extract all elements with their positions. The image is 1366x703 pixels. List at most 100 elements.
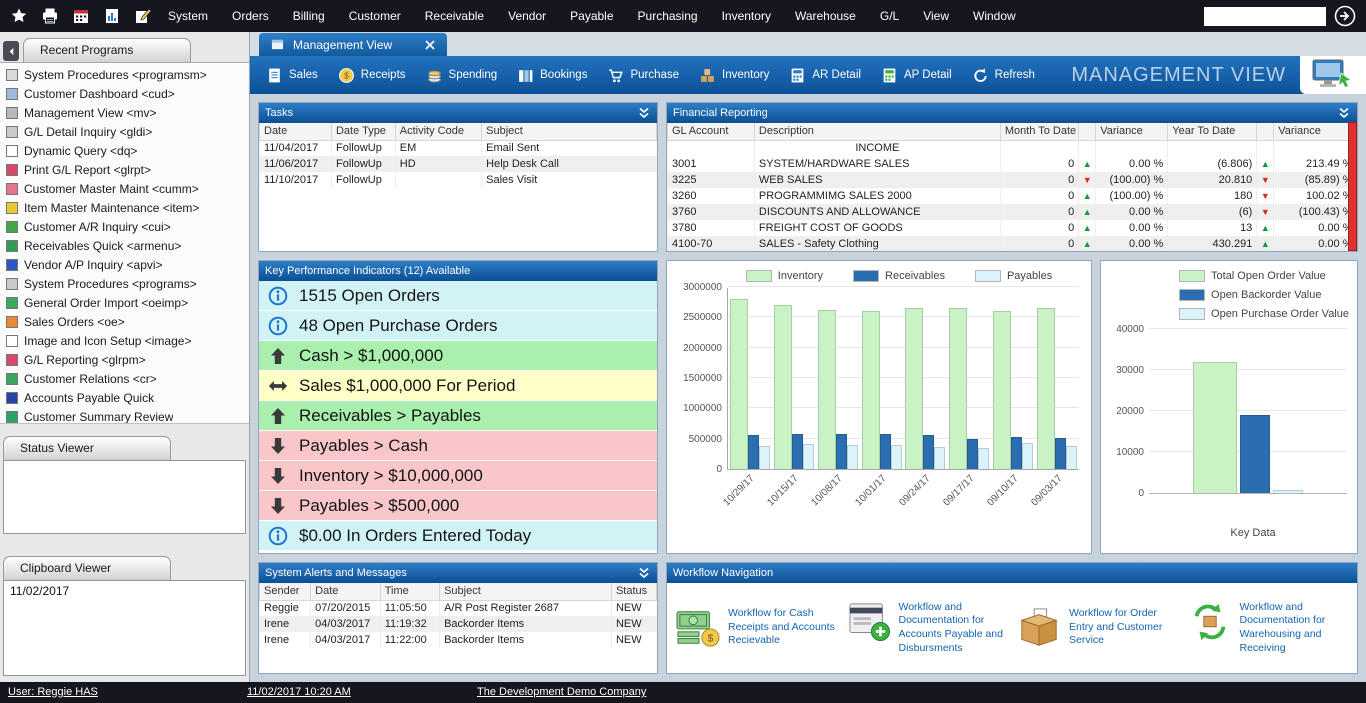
column-header[interactable]: Status	[611, 583, 656, 600]
sidebar-item-customer-dashboard[interactable]: Customer Dashboard <cud>	[2, 84, 249, 103]
favorites-star-icon[interactable]	[10, 7, 28, 25]
sidebar-item-customer-relations[interactable]: Customer Relations <cr>	[2, 369, 249, 388]
collapse-chevrons-icon[interactable]	[1337, 107, 1351, 119]
toolbar-ar-detail-button[interactable]: AR Detail	[779, 56, 871, 94]
sidebar-collapse-button[interactable]	[3, 41, 19, 61]
print-icon[interactable]	[41, 7, 59, 25]
sidebar-item-customer-summary-review[interactable]: Customer Summary Review	[2, 407, 249, 424]
menu-item-g-l[interactable]: G/L	[880, 9, 899, 23]
toolbar-ap-detail-button[interactable]: AP Detail	[871, 56, 962, 94]
column-header[interactable]: Month To Date	[1000, 123, 1078, 140]
compose-icon[interactable]	[134, 7, 152, 25]
menu-item-vendor[interactable]: Vendor	[508, 9, 546, 23]
workflow-item-truck[interactable]: Workflow and Documentation for Warehousi…	[1187, 601, 1350, 656]
statusbar-datetime-link[interactable]: 11/02/2017 10:20 AM	[247, 686, 351, 698]
toolbar-purchase-button[interactable]: Purchase	[597, 56, 689, 94]
menu-item-customer[interactable]: Customer	[349, 9, 401, 23]
column-header[interactable]: Variance	[1274, 123, 1357, 140]
tab-clipboard-viewer[interactable]: Clipboard Viewer	[3, 556, 171, 580]
financial-row[interactable]: 4100-70SALES - Safety Clothing0▲0.00 %43…	[668, 236, 1357, 251]
sidebar-item-customer-a-r-inquiry[interactable]: Customer A/R Inquiry <cui>	[2, 217, 249, 236]
financial-row[interactable]: 3001SYSTEM/HARDWARE SALES0▲0.00 %(6.806)…	[668, 156, 1357, 172]
go-arrow-button[interactable]	[1334, 5, 1356, 27]
kpi-item-sales-1-000-000-for-period[interactable]: Sales $1,000,000 For Period	[259, 371, 657, 401]
menu-item-system[interactable]: System	[168, 9, 208, 23]
menu-item-window[interactable]: Window	[973, 9, 1016, 23]
sidebar-item-print-g-l-report[interactable]: Print G/L Report <glrpt>	[2, 160, 249, 179]
tab-close-icon[interactable]	[425, 40, 435, 50]
toolbar-inventory-button[interactable]: Inventory	[689, 56, 779, 94]
menu-item-orders[interactable]: Orders	[232, 9, 269, 23]
menu-item-payable[interactable]: Payable	[570, 9, 613, 23]
workflow-item-cash[interactable]: $Workflow for Cash Receipts and Accounts…	[675, 607, 838, 649]
alert-row[interactable]: Reggie07/20/201511:05:50A/R Post Registe…	[260, 600, 657, 616]
column-header[interactable]: Sender	[260, 583, 311, 600]
sidebar-item-g-l-detail-inquiry[interactable]: G/L Detail Inquiry <gldi>	[2, 122, 249, 141]
column-header[interactable]: GL Account	[668, 123, 755, 140]
column-header[interactable]: Time	[380, 583, 439, 600]
financial-row[interactable]: 3260PROGRAMMIMG SALES 20000▲(100.00) %18…	[668, 188, 1357, 204]
search-input[interactable]	[1204, 7, 1326, 26]
sidebar-item-dynamic-query[interactable]: Dynamic Query <dq>	[2, 141, 249, 160]
report-icon[interactable]	[103, 7, 121, 25]
statusbar-user-link[interactable]: User: Reggie HAS	[8, 686, 98, 698]
task-row[interactable]: 11/04/2017FollowUpEMEmail Sent	[260, 140, 657, 156]
column-header[interactable]: Date	[311, 583, 381, 600]
menu-item-receivable[interactable]: Receivable	[425, 9, 484, 23]
kpi-item-inventory-10-000-000[interactable]: Inventory > $10,000,000	[259, 461, 657, 491]
financial-group-row[interactable]: INCOME	[668, 140, 1357, 156]
column-header[interactable]	[1257, 123, 1274, 140]
clipboard-entry[interactable]: 11/02/2017	[10, 584, 239, 598]
column-header[interactable]: Description	[754, 123, 1000, 140]
menu-item-warehouse[interactable]: Warehouse	[795, 9, 856, 23]
kpi-item-receivables-payables[interactable]: Receivables > Payables	[259, 401, 657, 431]
sidebar-item-g-l-reporting[interactable]: G/L Reporting <glrpm>	[2, 350, 249, 369]
workflow-item-card[interactable]: Workflow and Documentation for Accounts …	[846, 601, 1009, 656]
toolbar-bookings-button[interactable]: Bookings	[507, 56, 597, 94]
toolbar-spending-button[interactable]: Spending	[416, 56, 508, 94]
sidebar-item-general-order-import[interactable]: General Order Import <oeimp>	[2, 293, 249, 312]
menu-item-billing[interactable]: Billing	[293, 9, 325, 23]
column-header[interactable]	[1079, 123, 1096, 140]
sidebar-item-accounts-payable-quick[interactable]: Accounts Payable Quick	[2, 388, 249, 407]
sidebar-item-system-procedures[interactable]: System Procedures <programsm>	[2, 65, 249, 84]
workflow-item-box[interactable]: Workflow for Order Entry and Customer Se…	[1016, 607, 1179, 649]
sidebar-item-image-and-icon-setup[interactable]: Image and Icon Setup <image>	[2, 331, 249, 350]
alert-row[interactable]: Irene04/03/201711:22:00Backorder ItemsNE…	[260, 632, 657, 648]
financial-row[interactable]: 3780FREIGHT COST OF GOODS0▲0.00 %13▲0.00…	[668, 220, 1357, 236]
sidebar-item-customer-master-maint[interactable]: Customer Master Maint <cumm>	[2, 179, 249, 198]
task-row[interactable]: 11/10/2017FollowUpSales Visit	[260, 172, 657, 188]
monitor-icon[interactable]	[1300, 56, 1366, 94]
sidebar-item-sales-orders[interactable]: Sales Orders <oe>	[2, 312, 249, 331]
tab-status-viewer[interactable]: Status Viewer	[3, 436, 171, 460]
menu-item-view[interactable]: View	[923, 9, 949, 23]
kpi-item-payables-cash[interactable]: Payables > Cash	[259, 431, 657, 461]
menu-item-purchasing[interactable]: Purchasing	[638, 9, 698, 23]
column-header[interactable]: Activity Code	[395, 123, 481, 140]
alert-row[interactable]: Irene04/03/201711:19:32Backorder ItemsNE…	[260, 616, 657, 632]
tab-recent-programs[interactable]: Recent Programs	[23, 38, 191, 62]
statusbar-company-link[interactable]: The Development Demo Company	[477, 686, 646, 698]
toolbar-refresh-button[interactable]: Refresh	[962, 56, 1045, 94]
calendar-icon[interactable]	[72, 7, 90, 25]
financial-row[interactable]: 3225WEB SALES0▼(100.00) %20.810▼(85.89) …	[668, 172, 1357, 188]
column-header[interactable]: Year To Date	[1168, 123, 1257, 140]
column-header[interactable]: Variance	[1096, 123, 1168, 140]
kpi-item-1515-open-orders[interactable]: 1515 Open Orders	[259, 281, 657, 311]
kpi-item-cash-1-000-000[interactable]: Cash > $1,000,000	[259, 341, 657, 371]
financial-row[interactable]: 3760DISCOUNTS AND ALLOWANCE0▲0.00 %(6)▼(…	[668, 204, 1357, 220]
collapse-chevrons-icon[interactable]	[637, 567, 651, 579]
toolbar-receipts-button[interactable]: $Receipts	[328, 56, 416, 94]
column-header[interactable]: Date Type	[331, 123, 395, 140]
tab-management-view[interactable]: Management View	[259, 33, 447, 56]
sidebar-item-item-master-maintenance[interactable]: Item Master Maintenance <item>	[2, 198, 249, 217]
collapse-chevrons-icon[interactable]	[637, 107, 651, 119]
menu-item-inventory[interactable]: Inventory	[722, 9, 771, 23]
sidebar-item-vendor-a-p-inquiry[interactable]: Vendor A/P Inquiry <apvi>	[2, 255, 249, 274]
kpi-item-48-open-purchase-orders[interactable]: 48 Open Purchase Orders	[259, 311, 657, 341]
sidebar-item-receivables-quick[interactable]: Receivables Quick <armenu>	[2, 236, 249, 255]
financial-scrollbar[interactable]	[1348, 122, 1357, 251]
toolbar-sales-button[interactable]: Sales	[256, 56, 328, 94]
sidebar-item-management-view[interactable]: Management View <mv>	[2, 103, 249, 122]
task-row[interactable]: 11/06/2017FollowUpHDHelp Desk Call	[260, 156, 657, 172]
